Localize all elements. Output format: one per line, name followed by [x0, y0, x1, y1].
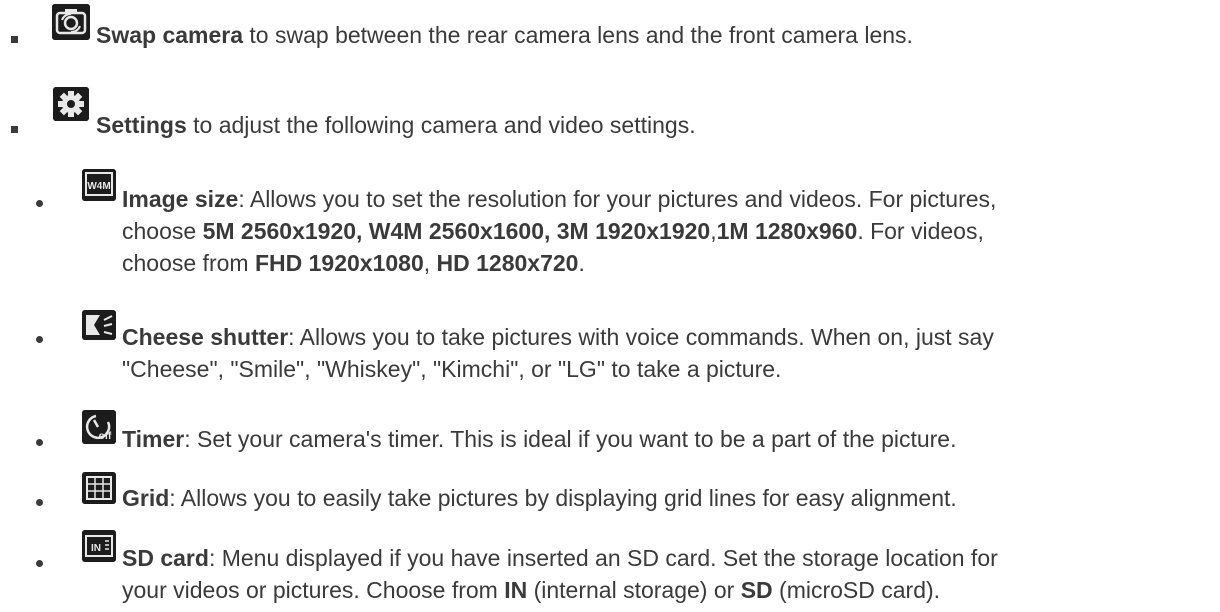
list-item-settings: Settings to adjust the following camera …	[0, 80, 1220, 140]
sd-card-desc-2-mid: (internal storage) or	[527, 577, 741, 603]
image-size-desc-1: : Allows you to set the resolution for y…	[238, 186, 997, 212]
list-item-sd-card: IN SD card: Menu displayed if you have i…	[0, 528, 1220, 608]
cheese-shutter-icon	[82, 310, 116, 340]
cheese-shutter-text: Cheese shutter: Allows you to take pictu…	[122, 321, 1210, 385]
sd-card-option-sd: SD	[740, 577, 773, 603]
grid-text: Grid: Allows you to easily take pictures…	[122, 482, 1210, 514]
image-size-end: .	[578, 250, 585, 276]
image-size-icon: W4M	[82, 169, 116, 201]
sd-card-option-in: IN	[504, 577, 528, 603]
timer-desc: : Set your camera's timer. This is ideal…	[184, 426, 957, 452]
sd-card-text: SD card: Menu displayed if you have inse…	[122, 542, 1210, 606]
sd-card-icon: IN	[82, 530, 116, 562]
grid-icon	[82, 472, 116, 504]
svg-text:IN: IN	[91, 543, 101, 554]
list-item-timer: off Timer: Set your camera's timer. This…	[0, 410, 1220, 460]
timer-text: Timer: Set your camera's timer. This is …	[122, 423, 1210, 455]
round-bullet	[36, 560, 43, 567]
grid-desc: : Allows you to easily take pictures by …	[169, 485, 957, 511]
round-bullet	[36, 499, 43, 506]
cheese-shutter-term: Cheese shutter	[122, 324, 289, 350]
image-size-desc-2-pre: choose	[122, 218, 203, 244]
image-size-term: Image size	[122, 186, 239, 212]
round-bullet	[36, 200, 43, 207]
list-item-swap-camera: Swap camera to swap between the rear cam…	[0, 0, 1220, 60]
round-bullet	[36, 336, 43, 343]
timer-icon: off	[82, 410, 116, 444]
gear-icon	[53, 87, 89, 121]
square-bullet	[11, 36, 18, 43]
cheese-shutter-desc-1: : Allows you to take pictures with voice…	[288, 324, 994, 350]
grid-term: Grid	[122, 485, 170, 511]
image-size-photo-options: 5M 2560x1920, W4M 2560x1600, 3M 1920x192…	[202, 218, 711, 244]
sd-card-desc-2-end: (microSD card).	[772, 577, 941, 603]
image-size-text: Image size: Allows you to set the resolu…	[122, 183, 1210, 279]
sd-card-term: SD card	[122, 545, 209, 571]
cheese-shutter-desc-2: "Cheese", "Smile", "Whiskey", "Kimchi", …	[122, 356, 782, 382]
list-item-cheese-shutter: Cheese shutter: Allows you to take pictu…	[0, 304, 1220, 384]
swap-camera-icon	[52, 4, 90, 40]
list-item-grid: Grid: Allows you to easily take pictures…	[0, 470, 1220, 520]
image-size-desc-3-pre: choose from	[122, 250, 255, 276]
sd-card-desc-2-pre: your videos or pictures. Choose from	[122, 577, 505, 603]
image-size-photo-option-1m: 1M 1280x960	[716, 218, 858, 244]
sd-card-desc-1: : Menu displayed if you have inserted an…	[208, 545, 998, 571]
image-size-video-option-fhd: FHD 1920x1080	[254, 250, 424, 276]
image-size-desc-2-tail: . For videos,	[857, 218, 984, 244]
swap-camera-term: Swap camera	[96, 22, 244, 48]
image-size-video-option-hd: HD 1280x720	[436, 250, 579, 276]
swap-camera-text: Swap camera to swap between the rear cam…	[96, 19, 1210, 51]
round-bullet	[36, 439, 43, 446]
settings-term: Settings	[96, 112, 187, 138]
square-bullet	[11, 126, 18, 133]
settings-text: Settings to adjust the following camera …	[96, 109, 1210, 141]
swap-camera-desc: to swap between the rear camera lens and…	[243, 22, 913, 48]
svg-text:off: off	[99, 431, 112, 442]
image-size-sep: ,	[423, 250, 437, 276]
svg-text:W4M: W4M	[87, 181, 110, 192]
settings-desc: to adjust the following camera and video…	[186, 112, 696, 138]
list-item-image-size: W4M Image size: Allows you to set the re…	[0, 164, 1220, 276]
timer-term: Timer	[122, 426, 185, 452]
